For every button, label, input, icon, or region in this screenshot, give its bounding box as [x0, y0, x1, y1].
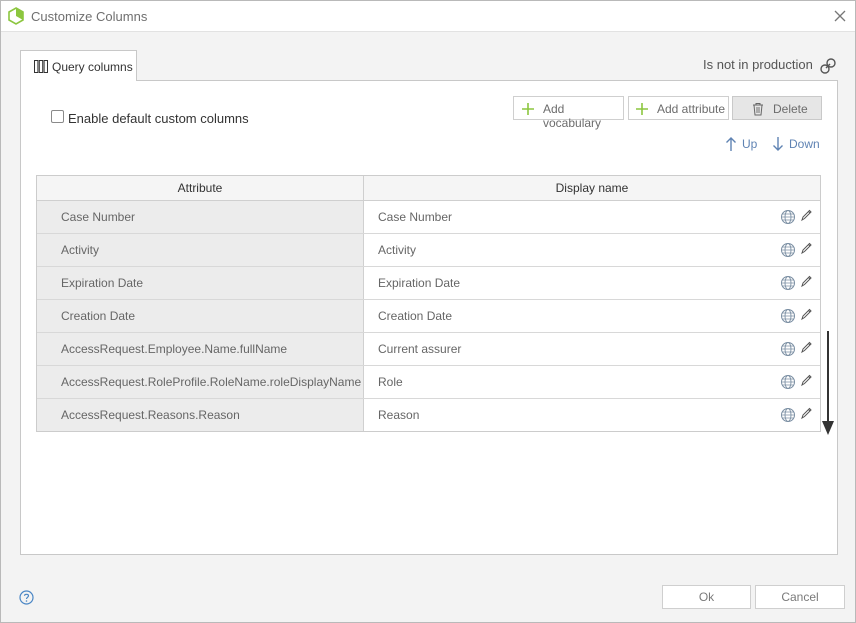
enable-default-checkbox[interactable]: [51, 110, 64, 123]
display-name-cell: Activity: [378, 243, 417, 257]
scroll-down-arrow-icon: [822, 331, 834, 435]
attribute-cell: AccessRequest.RoleProfile.RoleName.roleD…: [37, 366, 364, 398]
pencil-icon[interactable]: [800, 407, 812, 420]
add-attribute-button[interactable]: Add attribute: [628, 96, 729, 120]
move-down-button[interactable]: Down: [772, 136, 820, 152]
table-row[interactable]: AccessRequest.Reasons.Reason Reason: [37, 399, 820, 432]
pencil-icon[interactable]: [800, 341, 812, 354]
pencil-icon[interactable]: [800, 242, 812, 255]
display-name-cell: Expiration Date: [378, 276, 461, 290]
add-vocabulary-button[interactable]: Add vocabulary: [513, 96, 624, 130]
trash-icon: [753, 103, 763, 116]
link-chain-icon[interactable]: [819, 57, 837, 75]
display-name-cell: Role: [378, 375, 403, 389]
display-name-cell: Current assurer: [378, 342, 462, 356]
app-logo-icon: [8, 7, 24, 25]
attribute-cell: Case Number: [37, 201, 364, 233]
globe-icon[interactable]: [780, 407, 796, 423]
attribute-cell: AccessRequest.Employee.Name.fullName: [37, 333, 364, 365]
arrow-down-icon: [773, 137, 783, 151]
pencil-icon[interactable]: [800, 308, 812, 321]
plus-icon: [522, 103, 534, 115]
table-row[interactable]: Creation Date Creation Date: [37, 300, 820, 333]
enable-default-label: Enable default custom columns: [68, 111, 249, 126]
add-vocabulary-label: Add vocabulary: [543, 102, 602, 130]
table-row[interactable]: AccessRequest.RoleProfile.RoleName.roleD…: [37, 366, 820, 399]
customize-columns-dialog: Customize Columns Query columns Is not i…: [0, 0, 856, 623]
globe-icon[interactable]: [780, 209, 796, 225]
arrow-up-icon: [726, 137, 736, 151]
delete-button[interactable]: Delete: [732, 96, 822, 120]
globe-icon[interactable]: [780, 374, 796, 390]
table-row[interactable]: AccessRequest.Employee.Name.fullName Cur…: [37, 333, 820, 366]
display-name-cell: Reason: [378, 408, 420, 422]
ok-button[interactable]: Ok: [662, 585, 751, 609]
display-name-cell: Creation Date: [378, 309, 453, 323]
production-status: Is not in production: [703, 57, 813, 72]
pencil-icon[interactable]: [800, 275, 812, 288]
header-attribute[interactable]: Attribute: [37, 176, 364, 201]
table-row[interactable]: Activity Activity: [37, 234, 820, 267]
move-up-button[interactable]: Up: [725, 136, 759, 152]
add-attribute-label: Add attribute: [657, 102, 726, 116]
display-name-cell: Case Number: [378, 210, 453, 224]
cancel-button[interactable]: Cancel: [755, 585, 845, 609]
move-down-label: Down: [789, 137, 820, 151]
columns-table: Attribute Display name Case Number Case …: [36, 175, 821, 432]
attribute-cell: Creation Date: [37, 300, 364, 332]
globe-icon[interactable]: [780, 341, 796, 357]
table-header: Attribute Display name: [37, 176, 820, 201]
delete-label: Delete: [773, 102, 808, 116]
move-up-label: Up: [742, 137, 758, 151]
header-display-name[interactable]: Display name: [364, 176, 820, 201]
help-icon[interactable]: [19, 590, 34, 605]
dialog-title: Customize Columns: [31, 9, 148, 24]
globe-icon[interactable]: [780, 275, 796, 291]
close-icon[interactable]: [831, 7, 849, 25]
columns-icon: [34, 60, 48, 73]
attribute-cell: Activity: [37, 234, 364, 266]
tab-query-columns[interactable]: Query columns: [20, 50, 137, 81]
title-bar: Customize Columns: [1, 1, 855, 32]
globe-icon[interactable]: [780, 242, 796, 258]
globe-icon[interactable]: [780, 308, 796, 324]
pencil-icon[interactable]: [800, 209, 812, 222]
attribute-cell: AccessRequest.Reasons.Reason: [37, 399, 364, 431]
table-row[interactable]: Case Number Case Number: [37, 201, 820, 234]
tab-label: Query columns: [52, 60, 133, 74]
table-row[interactable]: Expiration Date Expiration Date: [37, 267, 820, 300]
plus-icon: [636, 103, 648, 115]
attribute-cell: Expiration Date: [37, 267, 364, 299]
pencil-icon[interactable]: [800, 374, 812, 387]
